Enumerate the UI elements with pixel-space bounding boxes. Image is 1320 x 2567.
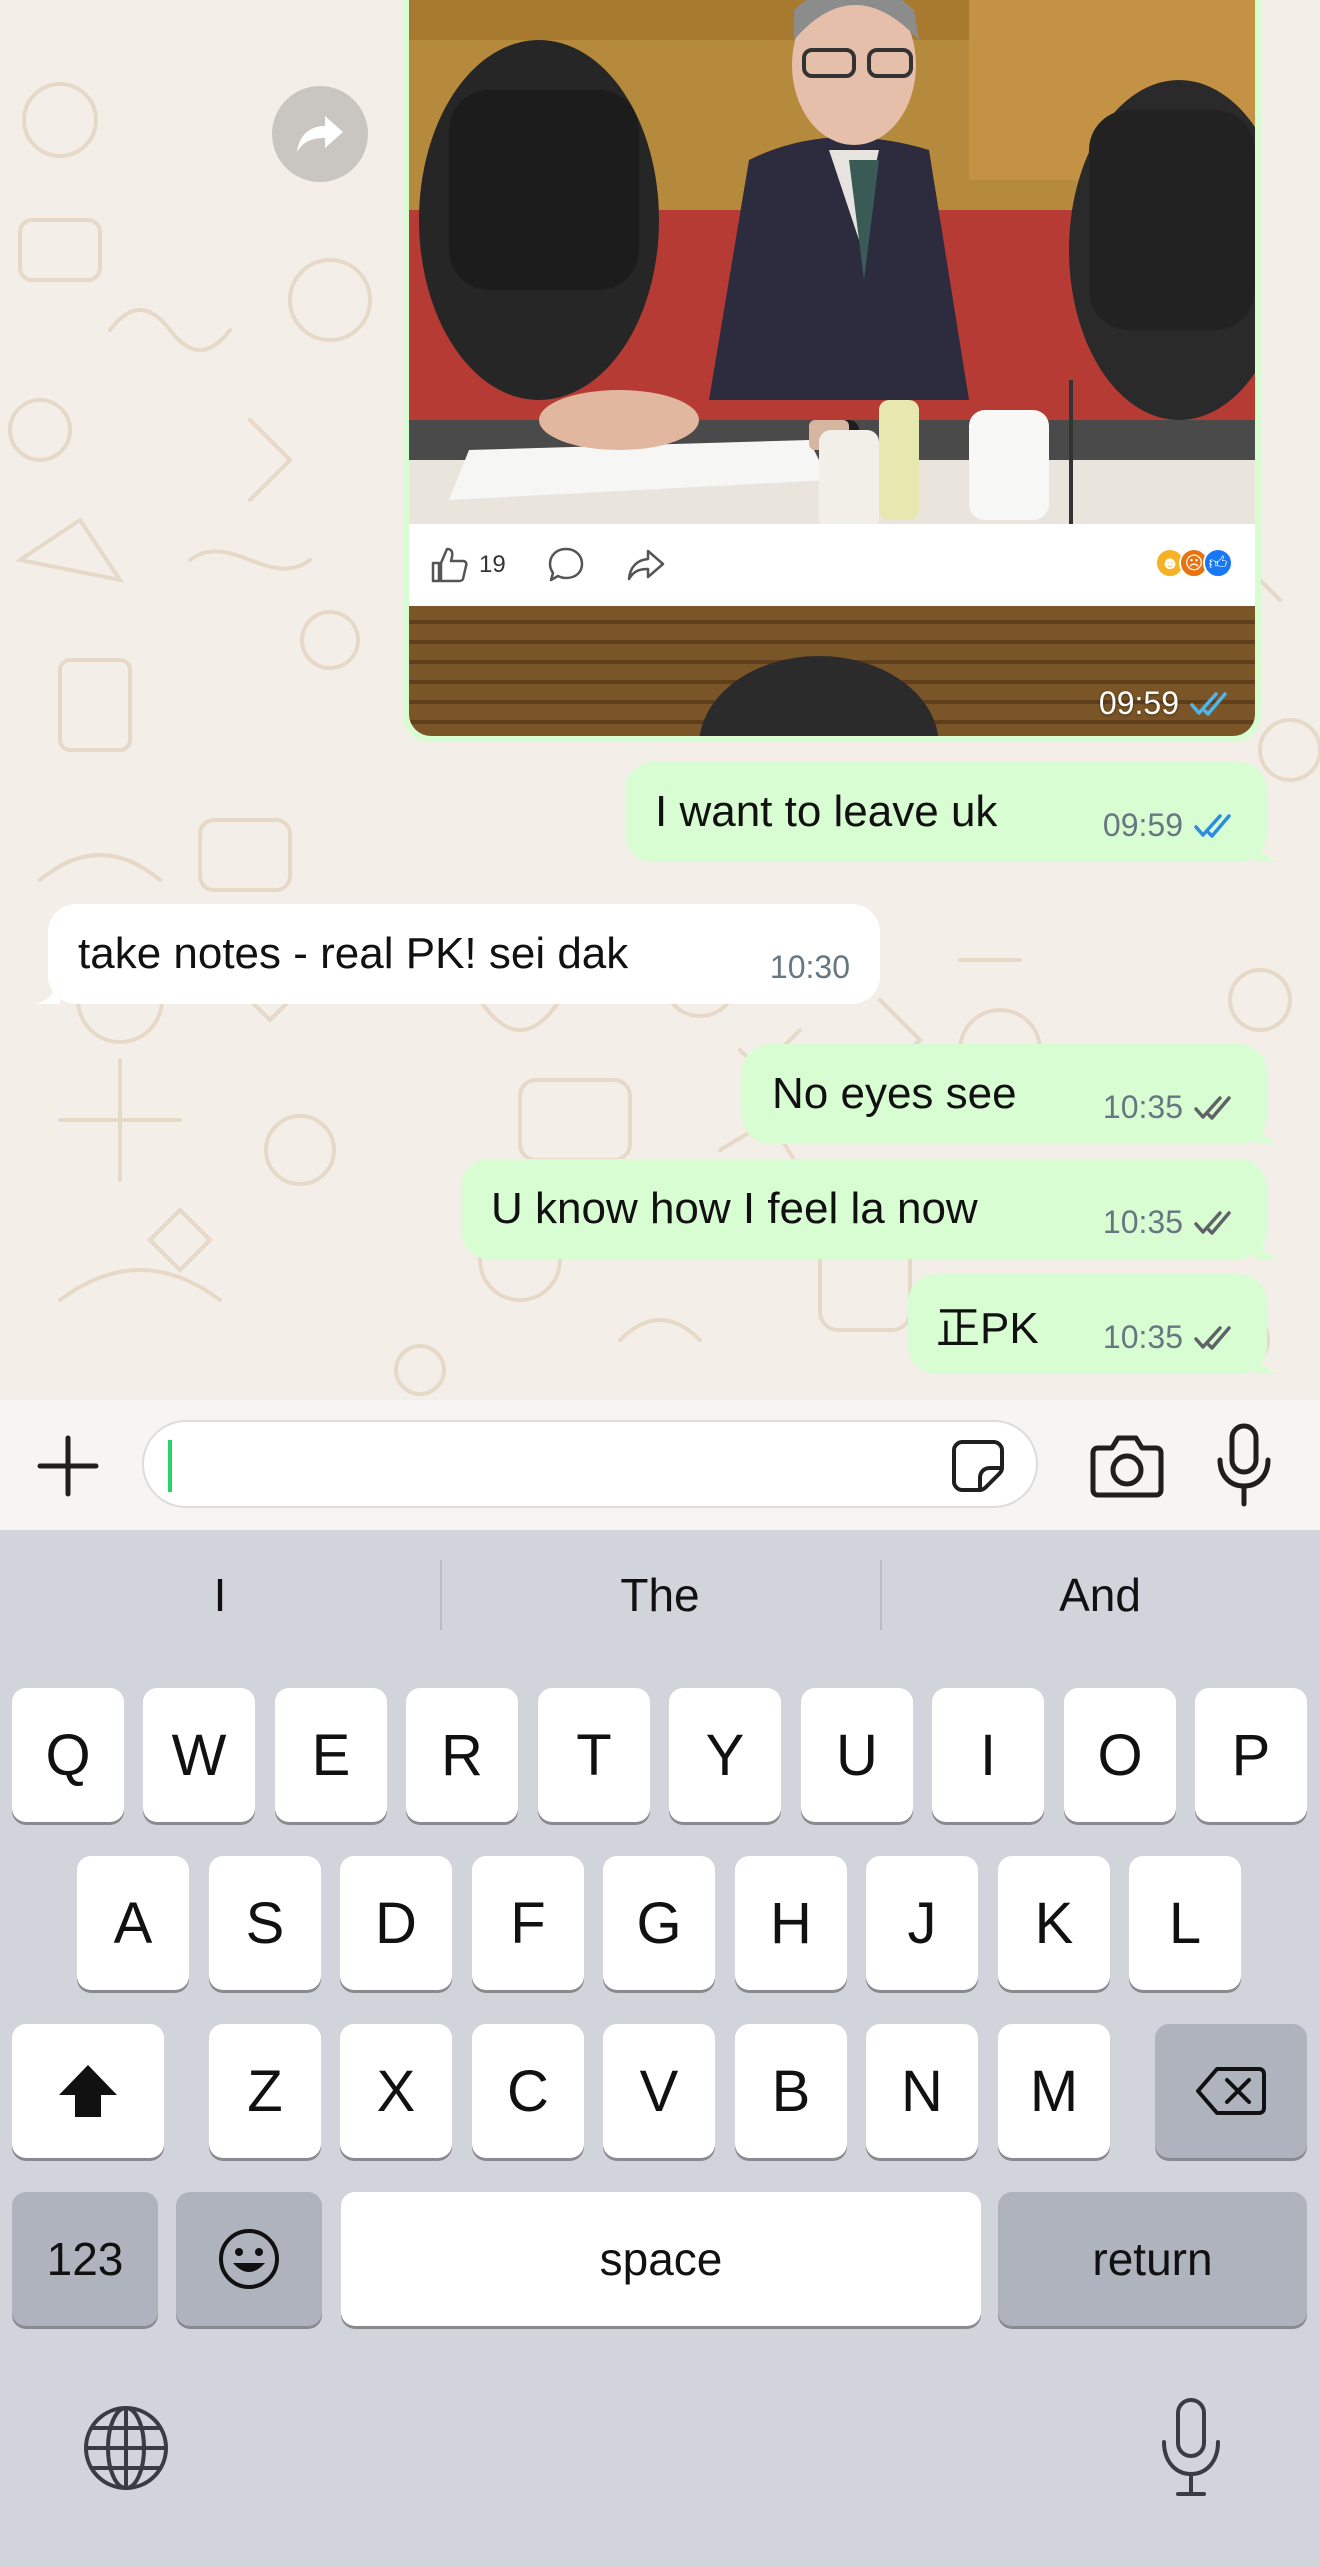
space-key[interactable]: space (341, 2192, 981, 2326)
share-control[interactable] (626, 545, 666, 585)
key-d[interactable]: D (340, 1856, 452, 1990)
thumbs-up-icon (431, 547, 468, 583)
message-time: 10:30 (769, 949, 850, 985)
keyboard: I The And Q W E R T Y U I O P A S D F G … (0, 1530, 1320, 2567)
bubble-tail (1255, 1344, 1281, 1374)
forward-button[interactable] (272, 86, 368, 182)
message-text: 正PK (936, 1304, 1039, 1353)
microphone-icon[interactable] (1214, 1422, 1274, 1508)
bubble-tail (1255, 1229, 1281, 1259)
message-meta: 10:30 (770, 949, 850, 986)
text-caret (168, 1440, 172, 1492)
key-u[interactable]: U (801, 1688, 913, 1822)
dictation-microphone-icon[interactable] (1158, 2396, 1224, 2500)
camera-icon[interactable] (1090, 1430, 1164, 1500)
video-message[interactable]: 19 ☻ ☹ 👍︎ 09:59 (403, 0, 1261, 742)
like-count: 19 (479, 551, 506, 578)
message-input-bar (0, 1400, 1320, 1530)
shift-key[interactable] (12, 2024, 164, 2158)
key-y[interactable]: Y (669, 1688, 781, 1822)
message-meta: 10:35 (1103, 1204, 1239, 1241)
message-bubble-outgoing[interactable]: U know how I feel la now 10:35 (461, 1159, 1281, 1259)
shift-icon (59, 2065, 117, 2117)
bubble-tail (1255, 1114, 1281, 1144)
chat-area[interactable]: 19 ☻ ☹ 👍︎ 09:59 I want to leave uk 09:59… (0, 0, 1320, 1400)
key-a[interactable]: A (77, 1856, 189, 1990)
key-m[interactable]: M (998, 2024, 1110, 2158)
emoji-key[interactable] (176, 2192, 322, 2326)
suggestion-item[interactable]: The (440, 1550, 880, 1640)
key-j[interactable]: J (866, 1856, 978, 1990)
message-input[interactable] (142, 1420, 1038, 1508)
message-text: I want to leave uk (655, 787, 998, 836)
plus-icon[interactable] (36, 1434, 100, 1498)
facebook-reaction-bar: 19 ☻ ☹ 👍︎ (409, 524, 1255, 606)
video-message-time: 09:59 (1099, 685, 1235, 722)
key-x[interactable]: X (340, 2024, 452, 2158)
key-s[interactable]: S (209, 1856, 321, 1990)
key-k[interactable]: K (998, 1856, 1110, 1990)
read-ticks-icon (1190, 691, 1227, 716)
key-o[interactable]: O (1064, 1688, 1176, 1822)
key-g[interactable]: G (603, 1856, 715, 1990)
bubble-tail (34, 974, 60, 1004)
return-key[interactable]: return (998, 2192, 1307, 2326)
delete-key[interactable] (1155, 2024, 1307, 2158)
share-icon (627, 549, 664, 581)
suggestion-item[interactable]: And (880, 1550, 1320, 1640)
message-time: 09:59 (1098, 685, 1179, 721)
comment-control[interactable] (546, 545, 586, 585)
key-r[interactable]: R (406, 1688, 518, 1822)
key-b[interactable]: B (735, 2024, 847, 2158)
key-h[interactable]: H (735, 1856, 847, 1990)
key-v[interactable]: V (603, 2024, 715, 2158)
key-t[interactable]: T (538, 1688, 650, 1822)
delivered-ticks-icon (1194, 1210, 1231, 1235)
forward-icon (297, 116, 343, 152)
message-time: 10:35 (1102, 1089, 1183, 1125)
like-control[interactable]: 19 (429, 545, 506, 585)
backspace-icon (1196, 2067, 1266, 2115)
bubble-tail (1255, 832, 1281, 862)
read-ticks-icon (1194, 813, 1231, 838)
emoji-icon (219, 2229, 279, 2289)
globe-icon[interactable] (80, 2402, 172, 2494)
comment-icon (548, 547, 583, 582)
key-w[interactable]: W (143, 1688, 255, 1822)
key-z[interactable]: Z (209, 2024, 321, 2158)
key-q[interactable]: Q (12, 1688, 124, 1822)
suggestion-item[interactable]: I (0, 1550, 440, 1640)
message-time: 10:35 (1102, 1204, 1183, 1240)
delivered-ticks-icon (1194, 1095, 1231, 1120)
message-bubble-incoming[interactable]: take notes - real PK! sei dak 10:30 (34, 904, 880, 1004)
message-bubble-outgoing[interactable]: I want to leave uk 09:59 (625, 762, 1281, 862)
message-text: U know how I feel la now (491, 1184, 978, 1233)
message-text: take notes - real PK! sei dak (78, 929, 629, 978)
like-reaction-icon: 👍︎ (1203, 548, 1233, 578)
key-i[interactable]: I (932, 1688, 1044, 1822)
message-meta: 09:59 (1103, 807, 1239, 844)
message-meta: 10:35 (1103, 1089, 1239, 1126)
video-thumbnail[interactable] (409, 0, 1255, 524)
key-c[interactable]: C (472, 2024, 584, 2158)
sticker-icon[interactable] (950, 1438, 1006, 1494)
message-bubble-outgoing[interactable]: 正PK 10:35 (908, 1274, 1281, 1374)
numbers-key[interactable]: 123 (12, 2192, 158, 2326)
key-f[interactable]: F (472, 1856, 584, 1990)
predictive-suggestions: I The And (0, 1550, 1320, 1640)
message-meta: 10:35 (1103, 1319, 1239, 1356)
message-time: 10:35 (1102, 1319, 1183, 1355)
key-n[interactable]: N (866, 2024, 978, 2158)
message-text: No eyes see (772, 1069, 1017, 1118)
key-e[interactable]: E (275, 1688, 387, 1822)
message-time: 09:59 (1102, 807, 1183, 843)
key-l[interactable]: L (1129, 1856, 1241, 1990)
message-bubble-outgoing[interactable]: No eyes see 10:35 (742, 1044, 1281, 1144)
reaction-icons: ☻ ☹ 👍︎ (1155, 548, 1233, 578)
delivered-ticks-icon (1194, 1325, 1231, 1350)
key-p[interactable]: P (1195, 1688, 1307, 1822)
